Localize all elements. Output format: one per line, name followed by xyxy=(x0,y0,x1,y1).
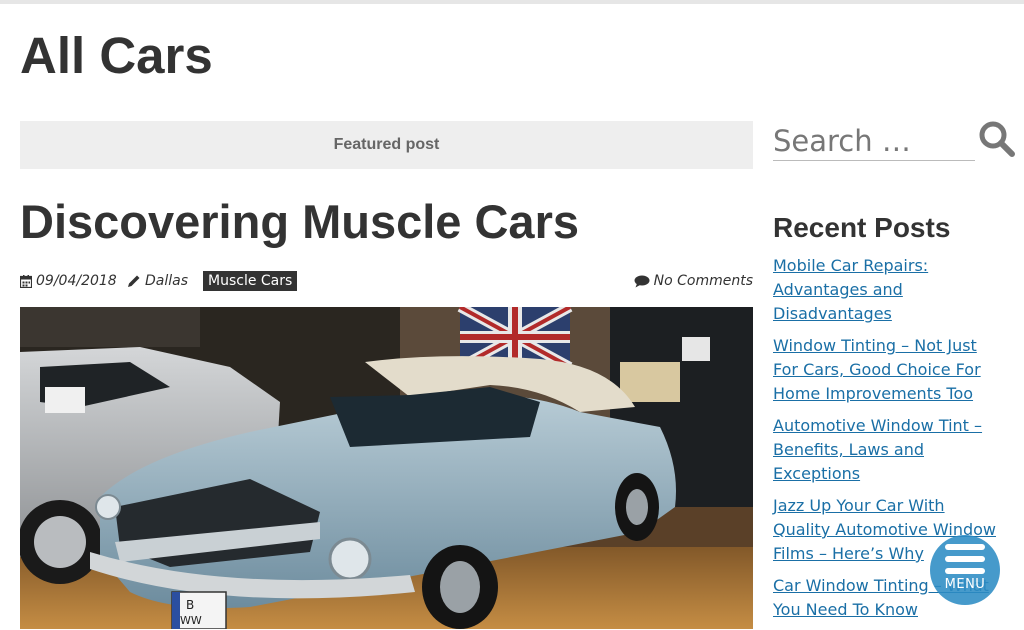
comment-icon xyxy=(634,275,650,288)
search-icon xyxy=(978,121,1016,161)
post-author[interactable]: Dallas xyxy=(127,270,188,292)
page-title: All Cars xyxy=(20,27,213,84)
recent-posts-title: Recent Posts xyxy=(773,212,951,243)
search-button[interactable] xyxy=(978,120,1016,160)
recent-post-link[interactable]: Automotive Window Tint – Benefits, Laws … xyxy=(773,416,982,483)
recent-post-link[interactable]: Window Tinting – Not Just For Cars, Good… xyxy=(773,336,981,403)
post-category-tag[interactable]: Muscle Cars xyxy=(203,271,298,291)
post-title[interactable]: Discovering Muscle Cars xyxy=(20,193,579,251)
search-form xyxy=(773,120,1016,164)
list-item: Mobile Car Repairs: Advantages and Disad… xyxy=(773,254,1005,326)
calendar-icon xyxy=(20,274,32,288)
post-comments[interactable]: No Comments xyxy=(634,270,753,292)
post-date-text: 09/04/2018 xyxy=(36,273,117,289)
post-author-text: Dallas xyxy=(145,273,189,289)
list-item: Window Tinting – Not Just For Cars, Good… xyxy=(773,334,1005,406)
pencil-icon xyxy=(127,274,141,288)
list-item: Automotive Window Tint – Benefits, Laws … xyxy=(773,414,1005,486)
post-comments-text: No Comments xyxy=(653,273,753,289)
menu-label: MENU xyxy=(944,577,986,592)
featured-image[interactable]: B WW xyxy=(20,307,753,629)
top-divider xyxy=(0,0,1024,4)
menu-button[interactable]: MENU xyxy=(930,535,1000,605)
post-meta: 09/04/2018 Dallas Muscle Cars No Comment… xyxy=(20,270,753,292)
search-input[interactable] xyxy=(773,122,975,161)
svg-text:B: B xyxy=(186,598,194,612)
featured-post-label: Featured post xyxy=(20,121,753,169)
post-date[interactable]: 09/04/2018 xyxy=(20,270,117,292)
recent-post-link[interactable]: Mobile Car Repairs: Advantages and Disad… xyxy=(773,256,928,323)
hamburger-icon xyxy=(945,544,985,574)
svg-text:WW: WW xyxy=(180,614,202,627)
